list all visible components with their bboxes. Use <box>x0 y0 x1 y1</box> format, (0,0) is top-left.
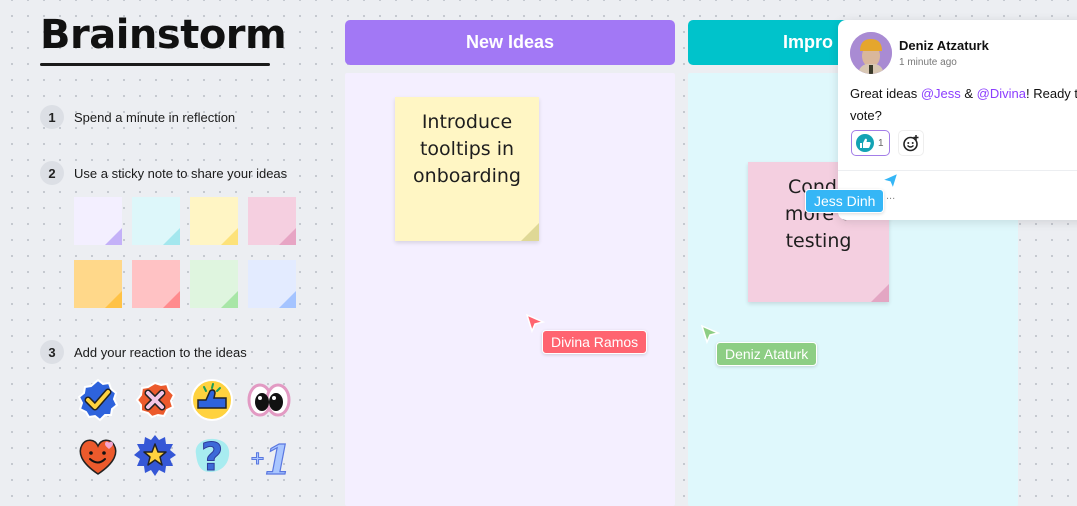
column-header-new-ideas[interactable]: New Ideas <box>345 20 675 65</box>
sticky-swatch-periwinkle[interactable] <box>248 260 296 308</box>
swatch-fold <box>105 228 122 245</box>
mention-divina[interactable]: @Divina <box>977 86 1026 101</box>
cursor-label-divina: Divina Ramos <box>542 330 648 354</box>
sticky-swatch-coral[interactable] <box>132 260 180 308</box>
step-2: 2 Use a sticky note to share your ideas <box>40 161 287 185</box>
note-line: Introduce <box>421 111 513 133</box>
comment-author: Deniz Atzaturk <box>899 38 989 53</box>
cross-badge-sticker[interactable] <box>133 378 177 422</box>
board-title: Brainstorm <box>40 12 287 58</box>
step-3: 3 Add your reaction to the ideas <box>40 340 247 364</box>
comment-timestamp: 1 minute ago <box>899 57 957 68</box>
swatch-fold <box>221 291 238 308</box>
sticky-swatch-aqua[interactable] <box>132 197 180 245</box>
sticky-note[interactable]: Introduce tooltips in onboarding <box>395 97 539 241</box>
mention-jess[interactable]: @Jess <box>921 86 961 101</box>
avatar <box>850 32 892 74</box>
cursor-arrow-icon <box>525 313 545 333</box>
step-number: 2 <box>40 161 64 185</box>
step-label: Spend a minute in reflection <box>74 109 236 125</box>
check-badge-sticker[interactable] <box>76 378 120 422</box>
cursor-label-deniz: Deniz Ataturk <box>716 342 818 366</box>
swatch-fold <box>163 291 180 308</box>
swatch-fold <box>279 228 296 245</box>
star-badge-sticker[interactable] <box>133 434 177 478</box>
sticky-swatch-yellow[interactable] <box>190 197 238 245</box>
swatch-fold <box>221 228 238 245</box>
step-number: 3 <box>40 340 64 364</box>
comment-text: Great ideas @Jess & @Divina! Ready to vo… <box>850 83 1077 127</box>
thumbs-up-reaction-button[interactable]: 1 <box>851 130 890 156</box>
smiling-heart-sticker[interactable] <box>76 434 120 478</box>
cursor-label-jess: Jess Dinh <box>805 189 885 213</box>
column-title: New Ideas <box>465 32 555 52</box>
note-fold <box>521 223 539 241</box>
plus-one-sticker[interactable]: + 1 <box>247 434 292 478</box>
cursor-arrow-icon <box>700 324 720 344</box>
step-label: Use a sticky note to share your ideas <box>74 165 288 181</box>
column-title: Impro <box>783 32 834 52</box>
add-reaction-button[interactable] <box>898 130 924 156</box>
sticky-swatch-pink[interactable] <box>248 197 296 245</box>
typing-indicator: ... <box>886 190 896 202</box>
svg-text:+: + <box>250 448 265 469</box>
question-mark-sticker[interactable]: ? <box>190 434 234 478</box>
step-number: 1 <box>40 105 64 129</box>
swatch-fold <box>279 291 296 308</box>
note-fold <box>871 284 889 302</box>
reaction-count: 1 <box>878 137 884 149</box>
sticky-swatch-lavender[interactable] <box>74 197 122 245</box>
title-underline <box>40 63 270 66</box>
sticky-swatch-mint[interactable] <box>190 260 238 308</box>
comment-text-part: & <box>960 86 977 101</box>
comment-text-part: Great ideas <box>850 86 921 101</box>
swatch-fold <box>163 228 180 245</box>
note-line: tooltips in <box>419 138 515 160</box>
swatch-fold <box>105 291 122 308</box>
divider <box>838 170 1077 171</box>
sticky-swatch-orange[interactable] <box>74 260 122 308</box>
step-label: Add your reaction to the ideas <box>74 344 247 360</box>
add-emoji-icon <box>903 135 919 152</box>
note-line: onboarding <box>413 165 521 187</box>
thumbs-up-sticker[interactable] <box>190 378 234 422</box>
note-line: testing <box>785 230 852 252</box>
svg-text:?: ? <box>201 435 223 478</box>
step-1: 1 Spend a minute in reflection <box>40 105 235 129</box>
cursor-arrow-icon <box>880 171 900 191</box>
svg-text:1: 1 <box>264 437 291 478</box>
eyes-sticker[interactable] <box>247 378 291 422</box>
thumbs-up-icon <box>856 134 874 152</box>
